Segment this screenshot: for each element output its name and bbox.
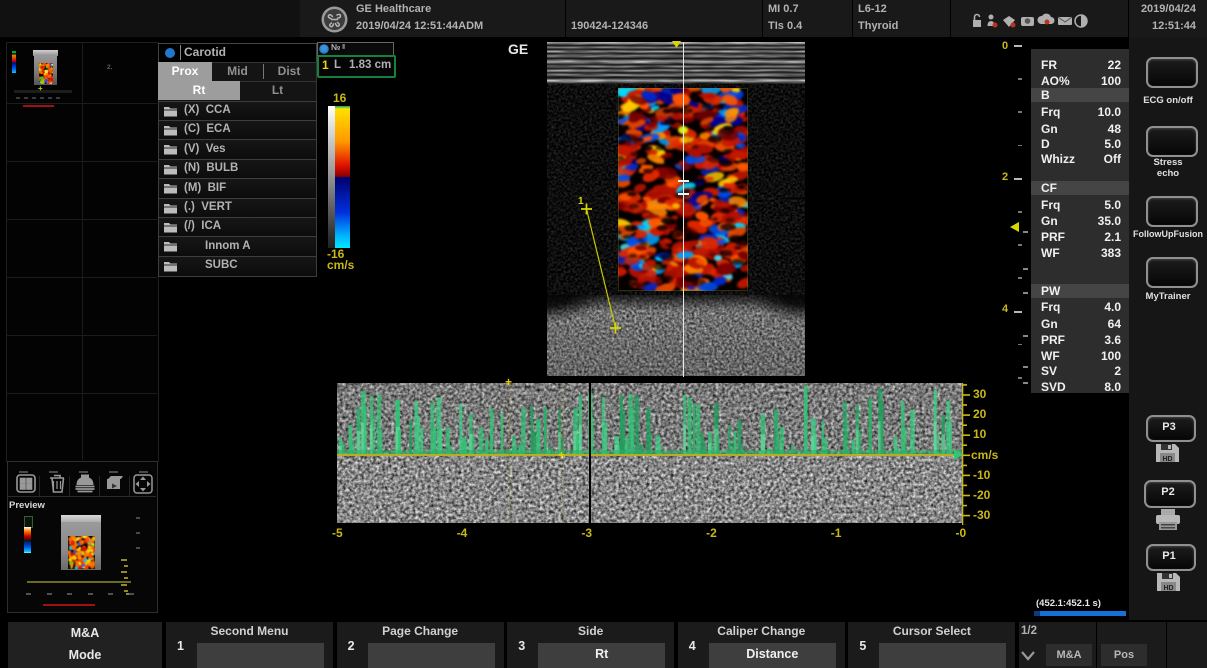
svg-text:HD: HD <box>1163 585 1173 592</box>
svg-text:HD: HD <box>1162 456 1172 463</box>
